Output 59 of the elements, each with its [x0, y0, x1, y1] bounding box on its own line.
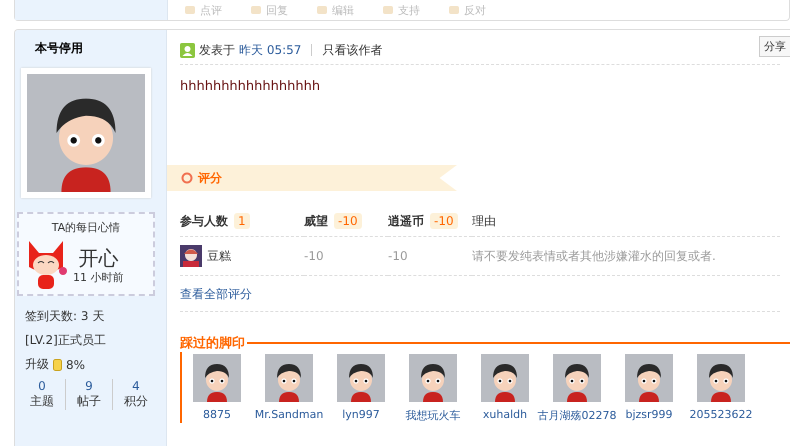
user-icon [180, 42, 195, 58]
mood-time: 11 小时前 [73, 270, 124, 284]
column-header: 参与人数 [180, 214, 228, 228]
share-button[interactable]: 分享 [759, 36, 790, 57]
post-body: hhhhhhhhhhhhhhhhh [180, 79, 322, 96]
mood-title: TA的每日心情 [50, 220, 122, 235]
column-header: 威望 [304, 214, 328, 228]
action-icon [316, 4, 328, 16]
total-badge: -10 [334, 213, 362, 229]
rating-value: -10 [304, 249, 324, 263]
action-icon [184, 4, 196, 16]
stat-value[interactable]: 4 [132, 379, 140, 393]
visitor-name[interactable]: 8875 [203, 408, 231, 421]
visitor-name[interactable]: Mr.Sandman [254, 408, 324, 421]
visitor-name[interactable]: xuhaldh [482, 408, 528, 421]
total-badge: 1 [234, 213, 250, 229]
visitor-name[interactable]: 古月湖殇02278 [538, 408, 616, 423]
visitor-avatar-drawing [481, 354, 529, 402]
user-info-text: 签到天数: 3 天 [25, 308, 106, 325]
column-header: 理由 [472, 214, 496, 228]
stat-label: 主题 [30, 393, 54, 410]
circle-icon [181, 172, 193, 184]
view-all-ratings-link[interactable]: 查看全部评分 [180, 286, 780, 312]
action-icon [382, 4, 394, 16]
visitor-avatar-drawing [697, 354, 745, 402]
visitor-name[interactable]: 205523622 [690, 408, 752, 421]
action-icon [448, 4, 460, 16]
visitor-name[interactable]: lyn997 [342, 408, 380, 421]
visitor-avatar-drawing [337, 354, 385, 402]
stat-label: 积分 [124, 393, 148, 410]
stat-value[interactable]: 0 [38, 379, 46, 393]
post-date: 昨天 05:57 [239, 42, 302, 58]
action-icon [250, 4, 262, 16]
avatar-image[interactable] [21, 68, 151, 198]
visitor-name[interactable]: bjzsr999 [625, 408, 673, 421]
upgrade-label: 升级 [25, 356, 49, 373]
rater-name[interactable]: 豆糕 [207, 248, 231, 264]
post-meta-label: 发表于 [199, 42, 235, 58]
user-avatar-icon [180, 245, 202, 267]
visitor-avatar-drawing [553, 354, 601, 402]
user-info-text: [LV.2]正式员工 [25, 332, 107, 349]
rating-value: -10 [388, 249, 408, 263]
stat-value[interactable]: 9 [85, 379, 93, 393]
author-only-link[interactable]: 只看该作者 [322, 42, 382, 58]
rating-title: 评分 [198, 170, 222, 186]
column-header: 逍遥币 [388, 214, 424, 228]
footprints-title: 踩过的脚印 [180, 334, 247, 352]
visitor-avatar-drawing [265, 354, 313, 402]
visitor-name[interactable]: 我想玩火车 [406, 408, 460, 423]
total-badge: -10 [430, 213, 458, 229]
mood-text: 开心 [77, 246, 120, 270]
progress-icon [53, 358, 62, 370]
stat-label: 帖子 [77, 393, 101, 410]
upgrade-percent: 8% [66, 358, 86, 372]
visitor-avatar-drawing [409, 354, 457, 402]
author-name[interactable]: 本号停用 [21, 40, 166, 58]
rating-reason: 请不要发纯表情或者其他涉嫌灌水的回复或者. [472, 248, 716, 262]
visitor-avatar-drawing [625, 354, 673, 402]
visitor-avatar-drawing [193, 354, 241, 402]
